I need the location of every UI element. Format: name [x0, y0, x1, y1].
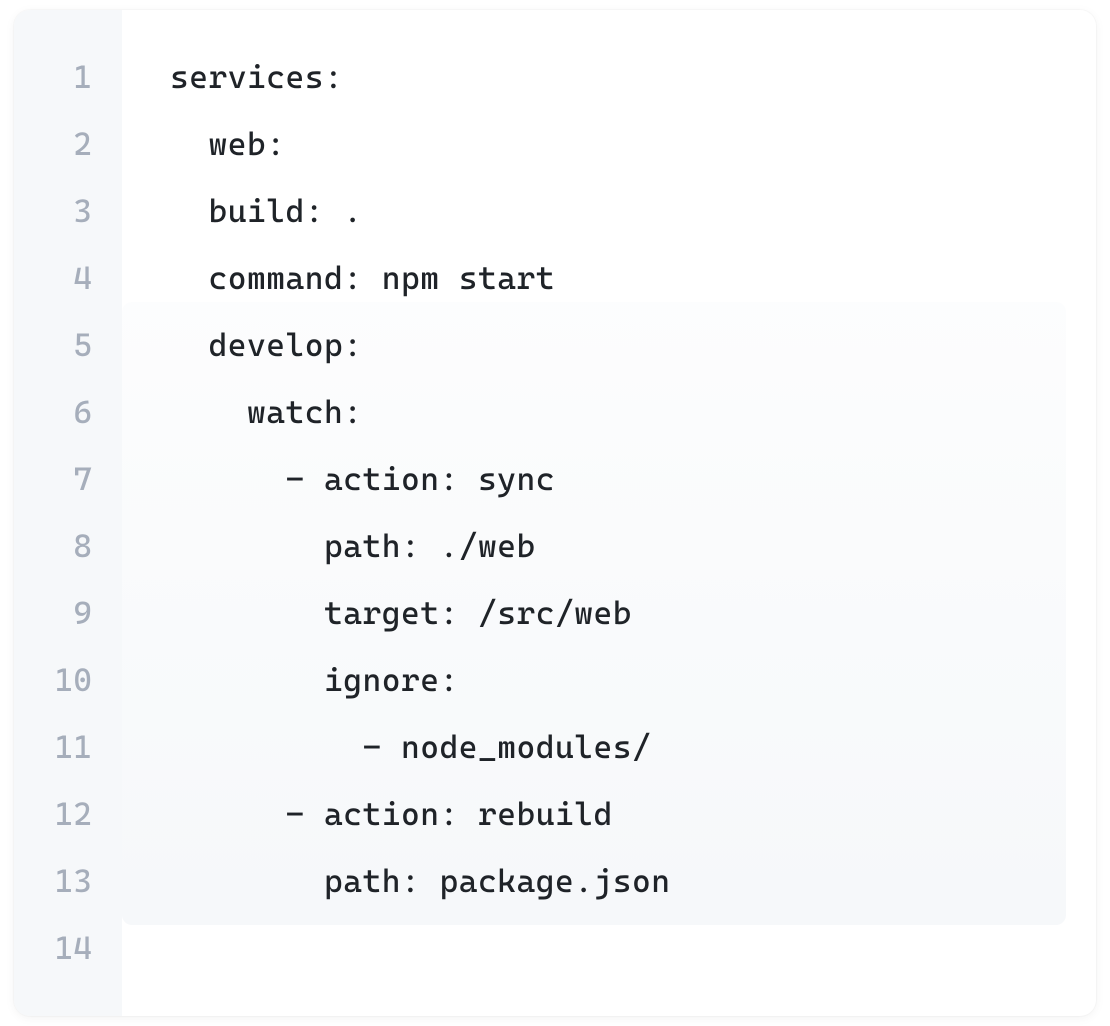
code-line: command: npm start — [170, 245, 1096, 312]
line-number: 10 — [14, 647, 122, 714]
line-number: 5 — [14, 312, 122, 379]
line-number: 3 — [14, 178, 122, 245]
code-line: - action: rebuild — [170, 781, 1096, 848]
code-line — [170, 915, 1096, 982]
code-line: watch: — [170, 379, 1096, 446]
line-number: 12 — [14, 781, 122, 848]
line-number: 13 — [14, 848, 122, 915]
code-line: ignore: — [170, 647, 1096, 714]
code-line: path: package.json — [170, 848, 1096, 915]
code-line: - node_modules/ — [170, 714, 1096, 781]
code-line: develop: — [170, 312, 1096, 379]
line-number: 4 — [14, 245, 122, 312]
code-line: web: — [170, 111, 1096, 178]
code-line: - action: sync — [170, 446, 1096, 513]
code-line: services: — [170, 44, 1096, 111]
line-number: 7 — [14, 446, 122, 513]
code-line: build: . — [170, 178, 1096, 245]
line-number: 11 — [14, 714, 122, 781]
line-number-gutter: 1 2 3 4 5 6 7 8 9 10 11 12 13 14 — [14, 10, 122, 1016]
code-content[interactable]: services: web: build: . command: npm sta… — [122, 10, 1096, 1016]
code-line: target: /src/web — [170, 580, 1096, 647]
code-line: path: ./web — [170, 513, 1096, 580]
line-number: 1 — [14, 44, 122, 111]
line-number: 2 — [14, 111, 122, 178]
line-number: 9 — [14, 580, 122, 647]
line-number: 8 — [14, 513, 122, 580]
line-number: 6 — [14, 379, 122, 446]
line-number: 14 — [14, 915, 122, 982]
code-block: 1 2 3 4 5 6 7 8 9 10 11 12 13 14 service… — [14, 10, 1096, 1016]
